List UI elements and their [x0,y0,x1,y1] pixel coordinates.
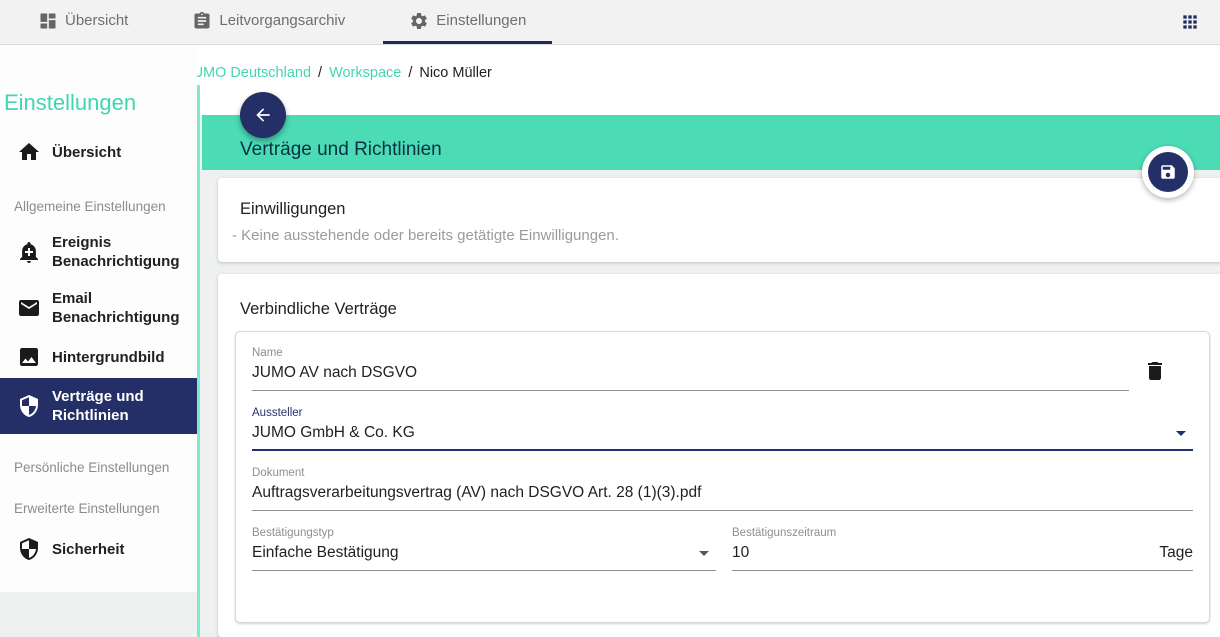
top-bar: Übersicht Leitvorgangsarchiv Einstellung… [0,0,1220,45]
email-icon [17,296,41,320]
sidebar-item-ereignis-benachrichtigung[interactable]: Ereignis Benachrichtigung [0,224,197,280]
name-field-label: Name [252,347,1129,359]
chevron-down-icon [692,541,716,565]
breadcrumb-current-user: Nico Müller [419,65,492,81]
name-field[interactable]: Name JUMO AV nach DSGVO [252,347,1129,391]
apps-grid-button[interactable] [1170,0,1210,44]
confirmation-type-label: Bestätigungstyp [252,527,716,539]
image-icon [17,345,41,369]
settings-sidebar: Einstellungen Übersicht Allgemeine Einst… [0,45,197,592]
dashboard-icon [38,11,58,31]
sidebar-item-hintergrundbild[interactable]: Hintergrundbild [0,336,197,378]
tab-einstellungen[interactable]: Einstellungen [383,0,552,44]
sidebar-section-allgemeine: Allgemeine Einstellungen [14,199,197,214]
tab-label: Leitvorgangsarchiv [219,12,345,29]
save-button-circle [1148,152,1188,192]
back-button[interactable] [240,92,286,138]
tab-leitvorgangsarchiv[interactable]: Leitvorgangsarchiv [166,0,371,44]
save-button[interactable] [1142,146,1194,198]
notification-add-icon [17,240,41,264]
contract-entry-card: Name JUMO AV nach DSGVO Aussteller JUMO … [235,331,1210,623]
sidebar-item-label: Sicherheit [52,540,125,559]
save-icon [1159,163,1177,181]
sidebar-item-label: Verträge und Richtlinien [52,387,189,425]
shield-icon [17,537,41,561]
sidebar-item-label: Email Benachrichtigung [52,289,189,327]
apps-grid-icon [1180,12,1200,32]
issuer-select-value[interactable]: JUMO GmbH & Co. KG [252,419,1193,451]
home-icon [17,140,41,164]
sidebar-item-email-benachrichtigung[interactable]: Email Benachrichtigung [0,280,197,336]
contracts-card: Verbindliche Verträge Name JUMO AV nach … [218,274,1220,637]
contract-name-row: Name JUMO AV nach DSGVO [252,347,1193,391]
contracts-title: Verbindliche Verträge [240,300,1220,319]
tab-uebersicht[interactable]: Übersicht [12,0,154,44]
sidebar-item-label: Übersicht [52,143,121,162]
arrow-left-icon [253,105,273,125]
shield-icon [17,394,41,418]
consents-card: Einwilligungen - Keine ausstehende oder … [218,178,1220,262]
chevron-down-icon [1169,421,1193,445]
breadcrumb-workspace[interactable]: Workspace [329,65,401,81]
sidebar-divider [197,85,200,637]
sidebar-item-vertraege-und-richtlinien[interactable]: Verträge und Richtlinien [0,378,197,434]
breadcrumb-separator: / [408,65,412,81]
sidebar-section-persoenliche: Persönliche Einstellungen [14,460,197,475]
confirmation-period-label: Bestätigunszeitraum [732,527,1193,539]
name-field-value[interactable]: JUMO AV nach DSGVO [252,359,1129,391]
trash-icon [1143,359,1167,383]
confirmation-type-select[interactable]: Bestätigungstyp Einfache Bestätigung [252,527,716,571]
tab-label: Übersicht [65,12,128,29]
sidebar-item-uebersicht[interactable]: Übersicht [0,131,197,173]
sidebar-item-label: Hintergrundbild [52,348,165,367]
delete-contract-button[interactable] [1143,359,1167,383]
consents-title: Einwilligungen [240,200,1220,219]
issuer-select[interactable]: Aussteller JUMO GmbH & Co. KG [252,407,1193,451]
tab-label: Einstellungen [436,12,526,29]
confirmation-type-value[interactable]: Einfache Bestätigung [252,539,716,571]
sidebar-section-erweiterte: Erweiterte Einstellungen [14,501,197,516]
document-field[interactable]: Dokument Auftragsverarbeitungsvertrag (A… [252,467,1193,511]
sidebar-title: Einstellungen [4,90,197,116]
confirmation-period-suffix: Tage [1159,544,1193,562]
sidebar-item-sicherheit[interactable]: Sicherheit [0,528,197,570]
gear-icon [409,11,429,31]
sidebar-item-label: Ereignis Benachrichtigung [52,233,189,271]
section-title: Verträge und Richtlinien [240,139,442,161]
consents-empty-text: - Keine ausstehende oder bereits getätig… [232,227,1220,244]
confirmation-row: Bestätigungstyp Einfache Bestätigung Bes… [252,527,1193,571]
document-field-value[interactable]: Auftragsverarbeitungsvertrag (AV) nach D… [252,479,1193,511]
breadcrumb-org[interactable]: JUMO Deutschland [185,65,311,81]
section-header-bar: Verträge und Richtlinien [202,115,1220,170]
confirmation-period-value[interactable]: 10 [732,544,1159,562]
breadcrumb-separator: / [318,65,322,81]
issuer-select-label: Aussteller [252,407,1193,419]
confirmation-period-field[interactable]: Bestätigunszeitraum 10 Tage [732,527,1193,571]
document-field-label: Dokument [252,467,1193,479]
clipboard-icon [192,11,212,31]
